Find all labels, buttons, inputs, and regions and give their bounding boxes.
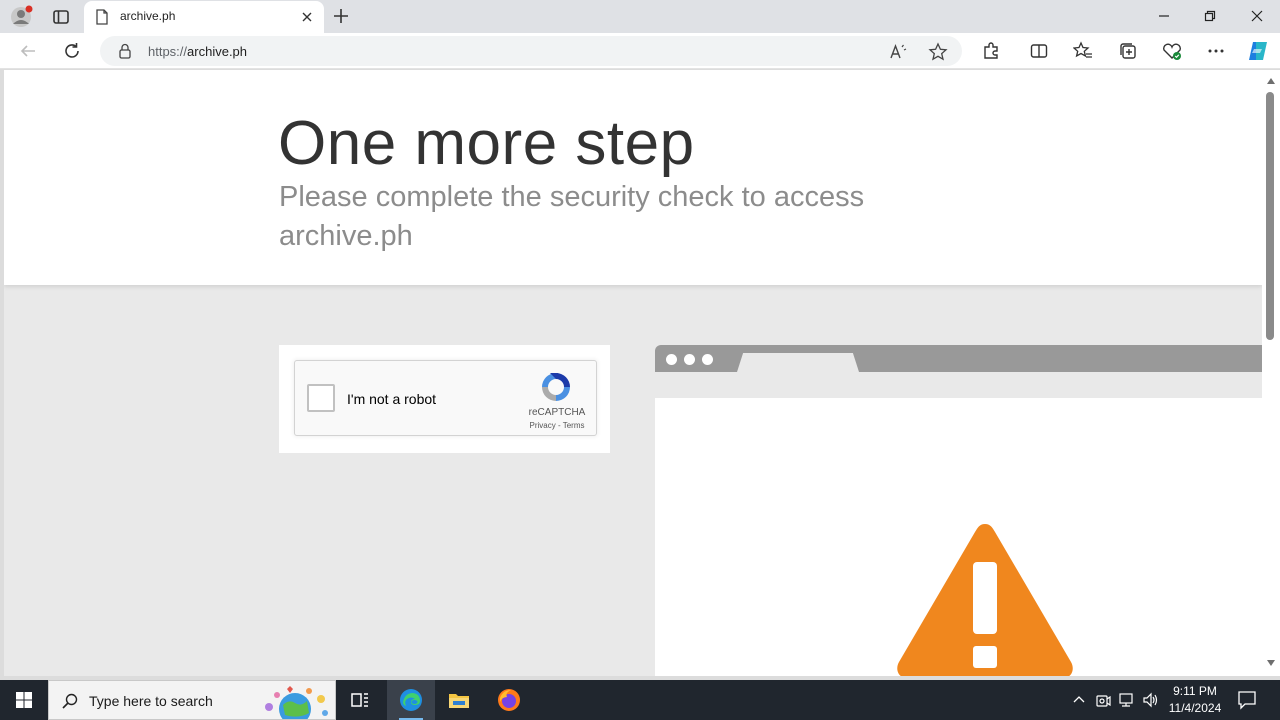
captcha-label: I'm not a robot (347, 391, 437, 407)
recaptcha-widget: I'm not a robot reCAPTCHA Privacy - Term… (294, 360, 597, 436)
refresh-icon[interactable] (61, 40, 83, 62)
page-title: One more step (278, 109, 695, 178)
illustration-dot (666, 354, 677, 365)
page-icon (94, 9, 110, 25)
favorite-star-icon[interactable] (928, 42, 948, 62)
scroll-thumb[interactable] (1266, 92, 1274, 340)
file-explorer-icon[interactable] (435, 680, 483, 720)
search-icon (61, 692, 79, 710)
tab-actions-icon[interactable] (50, 6, 72, 28)
scroll-up-arrow-icon[interactable] (1267, 78, 1275, 84)
extensions-icon[interactable] (981, 41, 1001, 61)
tab-title: archive.ph (120, 9, 176, 23)
illustration-tab (737, 353, 859, 372)
more-options-icon[interactable] (1206, 41, 1226, 61)
anyrun-watermark: ANY RUN (1044, 675, 1244, 676)
network-icon[interactable] (1118, 691, 1136, 709)
privacy-link[interactable]: Privacy (530, 421, 556, 430)
tab-bar: archive.ph (0, 0, 1280, 33)
clock-date: 11/4/2024 (1168, 701, 1222, 715)
windows-start-icon[interactable] (0, 680, 48, 720)
meet-now-icon[interactable] (1094, 691, 1112, 709)
copilot-icon[interactable] (1246, 39, 1270, 63)
illustration-titlebar (655, 345, 1262, 372)
recaptcha-logo-icon (539, 370, 573, 404)
close-window-icon[interactable] (1245, 4, 1269, 28)
favorites-icon[interactable] (1072, 41, 1093, 61)
windows-taskbar: Type here to search 9:11 PM 11/4/2024 (0, 680, 1280, 720)
page-viewport: One more step Please complete the securi… (4, 70, 1262, 676)
volume-icon[interactable] (1142, 691, 1160, 709)
back-icon[interactable] (17, 40, 39, 62)
taskbar-search-box[interactable]: Type here to search (48, 680, 336, 720)
firefox-icon[interactable] (485, 680, 533, 720)
captcha-card: I'm not a robot reCAPTCHA Privacy - Term… (279, 345, 610, 453)
browser-illustration (655, 345, 1262, 676)
terms-link[interactable]: Terms (563, 421, 585, 430)
lock-icon[interactable] (118, 43, 132, 59)
show-hidden-icons-chevron-icon[interactable] (1070, 691, 1088, 709)
read-aloud-icon[interactable] (888, 42, 908, 62)
scroll-down-arrow-icon[interactable] (1267, 660, 1275, 666)
tab-close-icon[interactable] (298, 8, 316, 26)
browser-tab-active[interactable]: archive.ph (84, 1, 324, 33)
illustration-addressbar (655, 372, 1262, 398)
url-text[interactable]: https://archive.ph (148, 44, 247, 59)
task-view-icon[interactable] (336, 680, 384, 720)
link-separator: - (555, 421, 563, 430)
hero-section: One more step Please complete the securi… (4, 70, 1262, 285)
taskbar-clock[interactable]: 9:11 PM 11/4/2024 (1160, 683, 1230, 717)
browser-essentials-icon[interactable] (1162, 41, 1182, 61)
profile-icon[interactable] (10, 5, 34, 29)
restore-icon[interactable] (1198, 4, 1222, 28)
recaptcha-brand: reCAPTCHA (528, 407, 586, 418)
address-bar[interactable]: https://archive.ph (100, 36, 962, 66)
notification-center-icon[interactable] (1236, 690, 1258, 710)
clock-time: 9:11 PM (1173, 684, 1217, 698)
illustration-body (655, 398, 1262, 676)
page-scrollbar[interactable] (1262, 70, 1280, 676)
new-tab-icon[interactable] (330, 5, 352, 27)
page-subtitle: Please complete the security check to ac… (279, 181, 865, 252)
browser-toolbar: https://archive.ph (0, 33, 1280, 69)
illustration-dot (684, 354, 695, 365)
warning-triangle-icon (893, 518, 1077, 676)
search-highlight-globe-icon (259, 683, 333, 720)
illustration-dot (702, 354, 713, 365)
edge-taskbar-icon[interactable] (387, 680, 435, 720)
search-placeholder: Type here to search (89, 693, 213, 709)
not-a-robot-checkbox[interactable] (307, 384, 335, 412)
recaptcha-links: Privacy - Terms (517, 421, 597, 430)
collections-icon[interactable] (1118, 41, 1138, 61)
split-screen-icon[interactable] (1029, 41, 1049, 61)
minimize-icon[interactable] (1152, 4, 1176, 28)
